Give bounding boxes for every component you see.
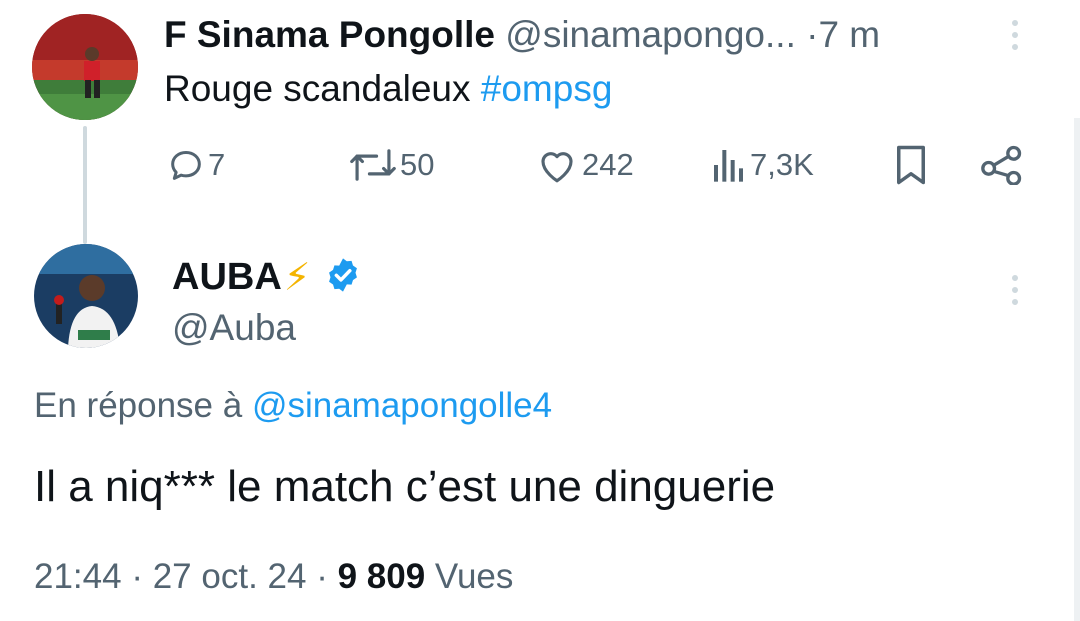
lightning-emoji: ⚡ bbox=[283, 256, 311, 299]
reply-mention-link[interactable]: @sinamapongolle4 bbox=[252, 386, 552, 425]
bookmark-icon bbox=[893, 144, 929, 186]
thread-connector-line bbox=[83, 126, 87, 244]
parent-handle[interactable]: @sinamapongo... bbox=[505, 14, 796, 55]
share-icon bbox=[980, 145, 1024, 185]
tweet-views-count: 9 809 bbox=[337, 557, 426, 596]
verified-badge-icon[interactable] bbox=[324, 256, 362, 299]
hashtag-link[interactable]: #ompsg bbox=[481, 68, 613, 109]
reply-icon bbox=[166, 145, 206, 185]
views-button[interactable]: 7,3K bbox=[712, 142, 814, 188]
tweet-metadata: 21:44 · 27 oct. 24 · 9 809 Vues bbox=[34, 553, 513, 601]
share-button[interactable] bbox=[980, 142, 1024, 188]
parent-display-name[interactable]: F Sinama Pongolle bbox=[164, 14, 495, 55]
retweet-button[interactable]: 50 bbox=[350, 142, 434, 188]
replying-to-line: En réponse à @sinamapongolle4 bbox=[34, 383, 552, 429]
replying-to-label: En réponse à bbox=[34, 386, 252, 425]
tweet-date[interactable]: 27 oct. 24 bbox=[153, 557, 307, 596]
reply-handle[interactable]: @Auba bbox=[172, 305, 296, 351]
retweet-count: 50 bbox=[400, 147, 435, 182]
meta-separator: · bbox=[131, 557, 143, 596]
tweet-views-label: Vues bbox=[434, 557, 514, 596]
reply-button[interactable]: 7 bbox=[166, 142, 225, 188]
like-button[interactable]: 242 bbox=[536, 142, 634, 188]
reply-author-row: AUBA ⚡ bbox=[172, 252, 362, 302]
parent-more-icon[interactable] bbox=[1012, 20, 1018, 56]
parent-text-body: Rouge scandaleux bbox=[164, 68, 481, 109]
reply-tweet-text: Il a niq*** le match c’est une dinguerie bbox=[34, 462, 776, 511]
parent-timestamp[interactable]: 7 m bbox=[818, 14, 880, 55]
scrollbar-track[interactable] bbox=[1074, 118, 1080, 621]
meta-separator: · bbox=[316, 557, 328, 596]
reply-avatar[interactable] bbox=[34, 244, 138, 348]
reply-display-name[interactable]: AUBA bbox=[172, 256, 282, 299]
reply-more-icon[interactable] bbox=[1012, 275, 1018, 311]
tweet-time[interactable]: 21:44 bbox=[34, 557, 122, 596]
bookmark-button[interactable] bbox=[893, 142, 929, 188]
views-count: 7,3K bbox=[750, 147, 814, 182]
reply-count: 7 bbox=[208, 147, 226, 182]
parent-tweet-text: Rouge scandaleux #ompsg bbox=[164, 66, 612, 112]
like-icon bbox=[536, 145, 578, 185]
parent-header: F Sinama Pongolle @sinamapongo... ·7 m bbox=[164, 12, 880, 58]
parent-avatar[interactable] bbox=[32, 14, 138, 120]
views-icon bbox=[712, 145, 746, 185]
parent-time-separator: · bbox=[806, 14, 819, 55]
like-count: 242 bbox=[582, 147, 634, 182]
retweet-icon bbox=[350, 145, 396, 185]
